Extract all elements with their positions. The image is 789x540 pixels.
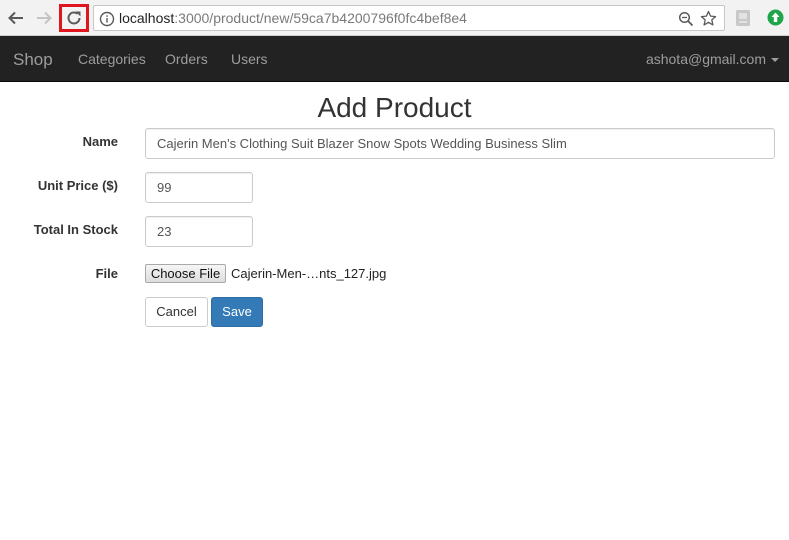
info-icon[interactable] [99,11,115,27]
back-button[interactable] [4,6,28,30]
url-text[interactable]: localhost:3000/product/new/59ca7b4200796… [119,10,467,27]
brand-link[interactable]: Shop [13,50,53,69]
cancel-button[interactable]: Cancel [145,297,208,327]
name-input[interactable] [145,128,775,159]
total-stock-label: Total In Stock [33,222,118,237]
caret-down-icon [771,58,779,62]
upload-arrow-icon[interactable] [767,9,784,26]
unit-price-label: Unit Price ($) [37,178,118,193]
arrow-left-icon [8,11,23,25]
app-navbar: Shop Categories Orders Users ashota@gmai… [0,36,789,82]
user-menu[interactable]: ashota@gmail.com [646,51,779,67]
file-label: File [95,266,118,281]
forward-button[interactable] [32,6,56,30]
unit-price-input[interactable] [145,172,253,203]
user-email: ashota@gmail.com [645,51,766,67]
total-stock-input[interactable] [145,216,253,247]
url-host: localhost [119,10,175,26]
choose-file-button[interactable]: Choose File [145,264,226,283]
url-path: :3000/product/new/59ca7b4200796f0fc4bef8… [174,10,467,26]
reload-button[interactable] [59,4,89,32]
extension-icon[interactable] [735,9,751,27]
nav-link-orders[interactable]: Orders [165,51,208,67]
save-button[interactable]: Save [211,297,263,327]
zoom-icon[interactable] [678,11,694,27]
address-bar[interactable]: localhost:3000/product/new/59ca7b4200796… [93,5,725,31]
reload-icon [67,11,81,25]
page-title: Add Product [317,92,472,123]
star-icon[interactable] [700,10,717,27]
nav-link-users[interactable]: Users [231,51,268,67]
selected-file-name: Cajerin-Men-…nts_127.jpg [231,266,387,281]
arrow-right-icon [37,11,52,25]
browser-toolbar: localhost:3000/product/new/59ca7b4200796… [0,0,789,36]
nav-link-categories[interactable]: Categories [78,51,146,67]
name-label: Name [82,134,118,149]
